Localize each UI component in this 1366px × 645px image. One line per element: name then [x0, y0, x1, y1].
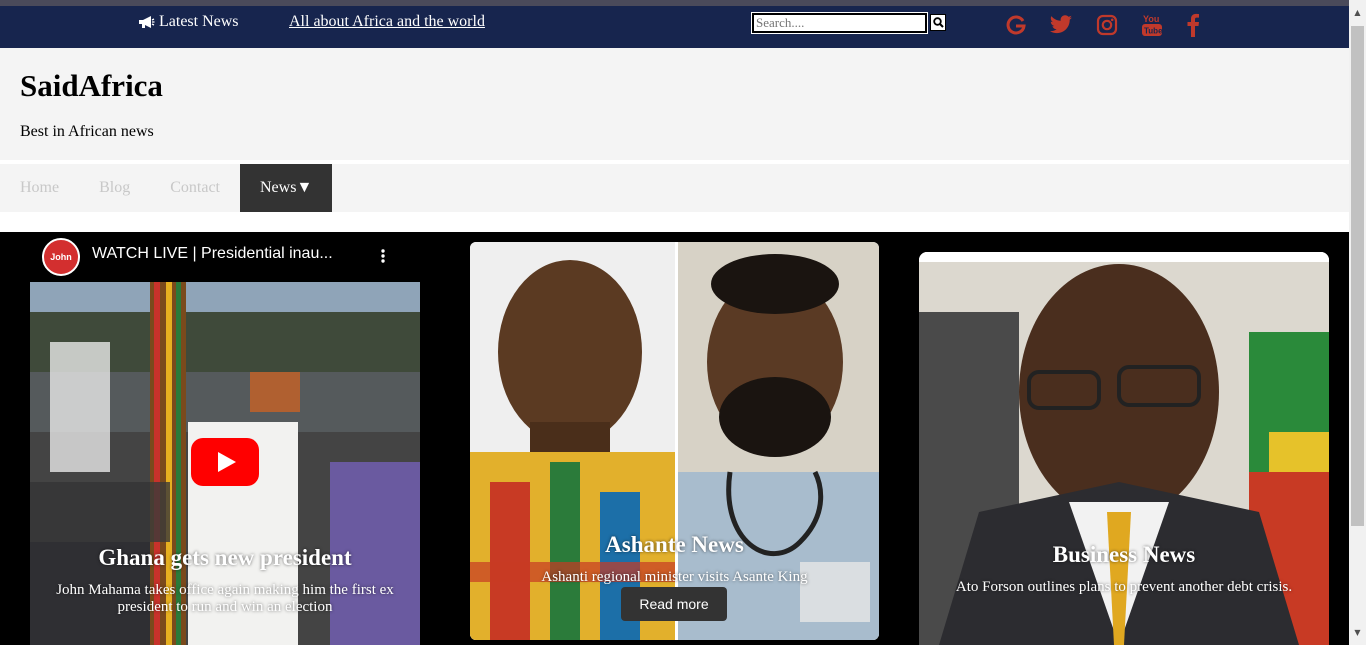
- nav-item-news-dropdown[interactable]: News▼: [240, 164, 333, 212]
- search-input[interactable]: [751, 12, 928, 34]
- google-icon: [1006, 15, 1026, 35]
- top-strip: [0, 0, 1349, 6]
- scroll-down-arrow[interactable]: ▼: [1349, 624, 1366, 641]
- card-description: Ato Forson outlines plans to prevent ano…: [955, 579, 1293, 595]
- youtube-play-icon: [191, 438, 259, 486]
- latest-news-label: Latest News: [159, 13, 239, 30]
- video-title[interactable]: WATCH LIVE | Presidential inau...: [92, 244, 362, 263]
- more-vertical-icon: [381, 249, 385, 263]
- nav-item-home[interactable]: Home: [0, 164, 79, 212]
- site-header: SaidAfrica Best in African news: [0, 48, 1349, 160]
- nav-item-contact[interactable]: Contact: [150, 164, 240, 212]
- search-icon: [932, 17, 944, 28]
- top-bar: Latest News All about Africa and the wor…: [0, 0, 1349, 48]
- search-button[interactable]: [930, 14, 946, 31]
- megaphone-icon: [139, 16, 155, 28]
- tagline-link[interactable]: All about Africa and the world: [289, 13, 485, 31]
- card-title: Ashante News: [605, 532, 744, 557]
- svg-text:You: You: [1143, 14, 1159, 24]
- facebook-icon: [1187, 13, 1199, 37]
- instagram-link[interactable]: [1094, 12, 1120, 38]
- twitter-icon: [1050, 15, 1072, 34]
- twitter-link[interactable]: [1048, 12, 1074, 38]
- ashante-news-card[interactable]: Ashante News Ashanti regional minister v…: [470, 242, 879, 640]
- page-scrollbar[interactable]: ▲ ▼: [1349, 0, 1366, 645]
- channel-avatar[interactable]: John: [42, 238, 80, 276]
- play-button[interactable]: [191, 438, 259, 486]
- google-link[interactable]: [1003, 12, 1029, 38]
- scroll-thumb[interactable]: [1351, 26, 1364, 526]
- video-more-button[interactable]: [374, 246, 392, 266]
- channel-avatar-label: John: [50, 252, 72, 262]
- site-subtitle: Best in African news: [20, 123, 154, 140]
- site-title[interactable]: SaidAfrica: [20, 68, 163, 104]
- card-title: Business News: [1052, 542, 1196, 567]
- youtube-link[interactable]: You Tube: [1139, 12, 1165, 38]
- facebook-link[interactable]: [1180, 12, 1206, 38]
- main-nav: Home Blog Contact News▼: [0, 164, 1349, 212]
- card-title: Ghana gets new president: [98, 545, 352, 570]
- latest-news[interactable]: Latest News: [138, 13, 239, 31]
- svg-text:Tube: Tube: [1144, 27, 1163, 36]
- card-description: Ashanti regional minister visits Asante …: [541, 569, 808, 585]
- instagram-icon: [1096, 14, 1118, 36]
- nav-item-blog[interactable]: Blog: [79, 164, 150, 212]
- youtube-icon: You Tube: [1142, 14, 1163, 36]
- business-news-card[interactable]: Business News Ato Forson outlines plans …: [919, 252, 1329, 645]
- video-card[interactable]: John WATCH LIVE | Presidential inau... G…: [30, 232, 420, 645]
- read-more-button[interactable]: Read more: [621, 587, 727, 621]
- scroll-up-arrow[interactable]: ▲: [1349, 4, 1366, 21]
- card-description: John Mahama takes office again making hi…: [56, 582, 394, 615]
- featured-section: John WATCH LIVE | Presidential inau... G…: [0, 232, 1349, 645]
